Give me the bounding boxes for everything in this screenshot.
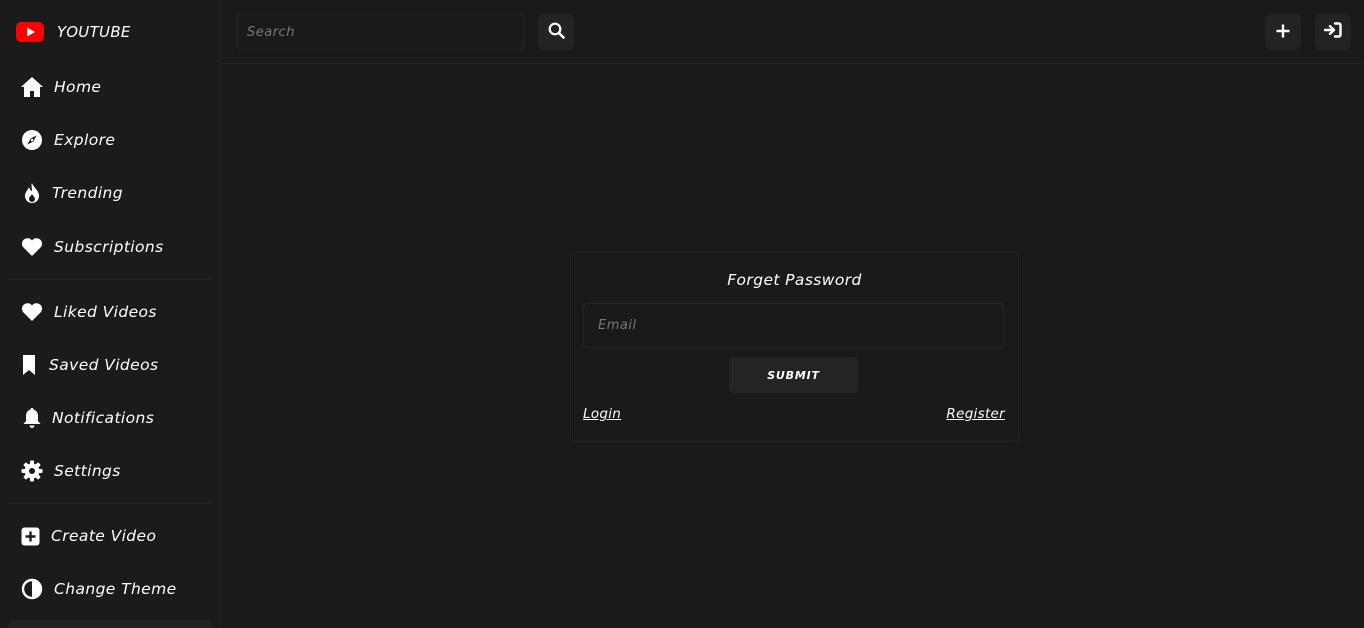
sidebar: YOUTUBE Home Explore Trending Subscripti… (0, 0, 221, 628)
sign-in-button[interactable] (1315, 14, 1351, 50)
sidebar-item-settings[interactable]: Settings (20, 458, 121, 484)
create-button[interactable] (1265, 14, 1301, 50)
sidebar-item-notifications[interactable]: Notifications (20, 405, 154, 431)
heart-icon (20, 235, 44, 259)
sidebar-item-label: Notifications (52, 409, 155, 427)
home-icon (20, 75, 44, 99)
youtube-logo-icon (16, 22, 44, 42)
email-field[interactable] (583, 303, 1004, 348)
sidebar-item-explore[interactable]: Explore (20, 127, 115, 153)
sidebar-item-label: Trending (52, 184, 124, 202)
sidebar-divider (8, 279, 213, 280)
sidebar-item-label: Home (54, 78, 102, 96)
sidebar-item-label: Change Theme (54, 580, 177, 598)
sidebar-item-change-theme[interactable]: Change Theme (20, 576, 177, 602)
submit-button[interactable]: SUBMIT (729, 357, 858, 393)
bell-icon (20, 406, 44, 430)
sign-in-icon (1323, 22, 1342, 42)
gear-icon (20, 459, 44, 483)
half-circle-icon (20, 577, 44, 601)
sidebar-item-saved-videos[interactable]: Saved Videos (20, 352, 158, 378)
plus-icon (1276, 23, 1290, 42)
compass-icon (20, 128, 44, 152)
sidebar-item-label: Liked Videos (54, 303, 157, 321)
sidebar-item-home[interactable]: Home (20, 74, 101, 100)
sidebar-item-create-video[interactable]: Create Video (20, 523, 156, 549)
sidebar-item-label: Explore (54, 131, 116, 149)
sidebar-item-label: Saved Videos (49, 356, 159, 374)
sidebar-item-label: Subscriptions (54, 238, 164, 256)
search-input[interactable] (237, 14, 524, 50)
topbar (221, 0, 1364, 64)
sidebar-scroll-edge (8, 620, 213, 628)
search-icon (548, 22, 565, 43)
sidebar-item-label: Create Video (51, 527, 157, 545)
sidebar-item-liked-videos[interactable]: Liked Videos (20, 299, 157, 325)
brand-name: YOUTUBE (57, 23, 131, 41)
plus-square-icon (20, 524, 40, 548)
bookmark-icon (20, 353, 38, 377)
forget-password-card: Forget Password SUBMIT Login Register (570, 252, 1019, 442)
login-link[interactable]: Login (583, 406, 621, 422)
brand[interactable]: YOUTUBE (16, 20, 131, 44)
sidebar-item-trending[interactable]: Trending (20, 180, 123, 206)
forget-password-title: Forget Password (727, 271, 862, 289)
sidebar-item-label: Settings (54, 462, 121, 480)
fire-icon (20, 181, 44, 205)
sidebar-item-subscriptions[interactable]: Subscriptions (20, 234, 164, 260)
register-link[interactable]: Register (946, 406, 1005, 422)
sidebar-divider (8, 503, 213, 504)
search-button[interactable] (538, 14, 574, 50)
heart-icon (20, 300, 44, 324)
